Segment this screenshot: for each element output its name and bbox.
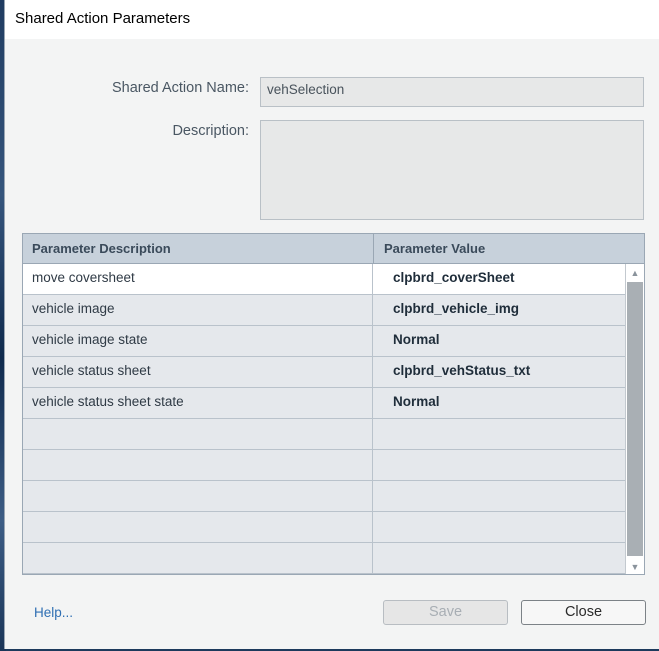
parameter-description-cell xyxy=(23,450,373,480)
shared-action-name-label: Shared Action Name: xyxy=(111,80,249,96)
table-row[interactable] xyxy=(23,543,625,574)
column-header-description[interactable]: Parameter Description xyxy=(32,241,171,256)
table-row[interactable] xyxy=(23,419,625,450)
table-row[interactable]: move coversheet clpbrd_coverSheet xyxy=(23,264,625,295)
parameter-value-cell[interactable] xyxy=(374,450,625,480)
table-row[interactable]: vehicle status sheet state Normal xyxy=(23,388,625,419)
parameter-description-cell: vehicle status sheet xyxy=(23,357,373,387)
parameter-value-cell[interactable]: Normal xyxy=(374,388,625,418)
parameter-value-cell[interactable] xyxy=(374,512,625,542)
parameter-value-cell[interactable]: clpbrd_coverSheet xyxy=(374,264,625,294)
scrollbar-thumb[interactable] xyxy=(627,282,643,556)
table-row[interactable]: vehicle status sheet clpbrd_vehStatus_tx… xyxy=(23,357,625,388)
table-row[interactable] xyxy=(23,450,625,481)
parameter-description-cell: move coversheet xyxy=(23,264,373,294)
parameter-value-cell[interactable]: clpbrd_vehStatus_txt xyxy=(374,357,625,387)
shared-action-parameters-dialog: Shared Action Parameters Shared Action N… xyxy=(4,0,659,649)
table-header: Parameter Description Parameter Value xyxy=(23,234,644,264)
window-title: Shared Action Parameters xyxy=(15,10,191,27)
table-row[interactable]: vehicle image clpbrd_vehicle_img xyxy=(23,295,625,326)
parameter-description-cell xyxy=(23,512,373,542)
parameter-value-cell[interactable]: clpbrd_vehicle_img xyxy=(374,295,625,325)
parameter-description-cell: vehicle image xyxy=(23,295,373,325)
column-header-value[interactable]: Parameter Value xyxy=(384,241,485,256)
save-button[interactable]: Save xyxy=(383,600,508,625)
parameter-value-cell[interactable] xyxy=(374,419,625,449)
column-divider xyxy=(373,234,374,264)
title-bar[interactable]: Shared Action Parameters xyxy=(5,0,659,39)
close-button[interactable]: Close xyxy=(521,600,646,625)
parameter-value-cell[interactable]: Normal xyxy=(374,326,625,356)
table-row[interactable] xyxy=(23,481,625,512)
table-row[interactable]: vehicle image state Normal xyxy=(23,326,625,357)
parameter-description-cell: vehicle status sheet state xyxy=(23,388,373,418)
parameter-description-cell xyxy=(23,481,373,511)
parameter-description-cell xyxy=(23,543,373,573)
chevron-down-icon[interactable]: ▼ xyxy=(626,558,644,574)
parameter-value-cell[interactable] xyxy=(374,543,625,573)
shared-action-name-value: vehSelection xyxy=(267,82,345,97)
chevron-up-icon[interactable]: ▲ xyxy=(626,264,644,281)
help-link[interactable]: Help... xyxy=(34,605,73,620)
parameter-description-cell xyxy=(23,419,373,449)
parameter-value-cell[interactable] xyxy=(374,481,625,511)
vertical-scrollbar[interactable]: ▲ ▼ xyxy=(625,264,644,574)
description-field[interactable] xyxy=(260,120,644,220)
shared-action-name-field[interactable]: vehSelection xyxy=(260,77,644,107)
parameter-description-cell: vehicle image state xyxy=(23,326,373,356)
table-row[interactable] xyxy=(23,512,625,543)
description-label: Description: xyxy=(172,123,249,139)
parameters-table: Parameter Description Parameter Value mo… xyxy=(22,233,645,575)
table-body: move coversheet clpbrd_coverSheet vehicl… xyxy=(23,264,625,574)
